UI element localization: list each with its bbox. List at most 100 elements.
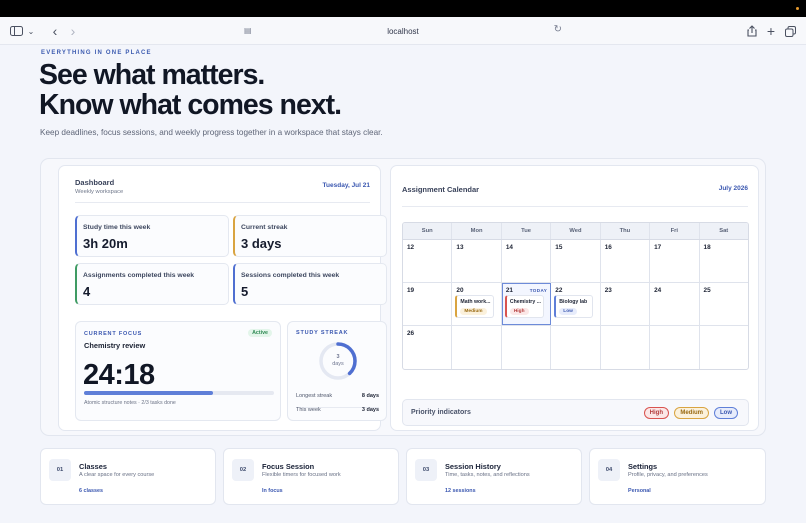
nav-card-number: 03 (415, 459, 437, 481)
streak-ring-unit: days (332, 361, 344, 367)
priority-pill: Medium (460, 308, 487, 315)
nav-card-link[interactable]: 12 sessions (445, 488, 476, 494)
back-arrow-icon[interactable]: ‹ (48, 22, 62, 40)
streak-ring-value: 3 (336, 354, 340, 360)
dashboard-title: Dashboard (75, 178, 115, 187)
longest-streak-row: Longest streak 8 days (296, 393, 379, 399)
status-badge: Active (248, 329, 272, 337)
nav-card-title: Session History (445, 462, 501, 471)
stat-label: Study time this week (83, 224, 151, 231)
hero-headline-line-1: See what matters. (39, 59, 265, 91)
calendar-day-number: 25 (703, 287, 711, 294)
calendar-event[interactable]: Biology lab Low (554, 295, 594, 318)
calendar-day-number: 19 (407, 287, 415, 294)
calendar-empty-cell (601, 326, 651, 369)
stat-value: 5 (241, 284, 249, 299)
nav-card-link[interactable]: In focus (262, 488, 283, 494)
nav-card-settings[interactable]: 04 Settings Profile, privacy, and prefer… (589, 448, 766, 505)
nav-card-link[interactable]: 6 classes (79, 488, 103, 494)
calendar-day-number: 17 (654, 244, 662, 251)
calendar-day-number: 18 (703, 244, 711, 251)
tabs-overview-icon[interactable] (783, 22, 797, 40)
calendar-day-cell[interactable]: 20 Math work... Medium (452, 283, 502, 325)
focus-progress-fill (84, 391, 214, 395)
event-name: Chemistry ... (509, 299, 541, 305)
sidebar-toggle-icon[interactable] (8, 22, 24, 40)
calendar-day-number: 12 (407, 244, 415, 251)
calendar-day-cell[interactable]: 15 (551, 240, 601, 282)
calendar-grid: Sun Mon Tue Wed Thu Fri Sat 12 13 14 15 16 17… (402, 222, 749, 370)
calendar-day-cell[interactable]: 21 TODAY Chemistry ... High (501, 283, 552, 325)
hero-headline-line-2: Know what comes next. (39, 89, 342, 121)
divider (402, 206, 748, 207)
calendar-month[interactable]: July 2026 (719, 185, 748, 192)
reload-icon[interactable]: ↻ (554, 24, 562, 35)
url-text: localhost (387, 26, 419, 36)
address-bar[interactable]: ▤ localhost ↻ (240, 22, 566, 40)
calendar-day-number: 20 (456, 287, 464, 294)
stat-label: Sessions completed this week (241, 272, 340, 279)
calendar-event[interactable]: Math work... Medium (455, 295, 495, 318)
calendar-day-cell[interactable]: 18 (700, 240, 748, 282)
new-tab-icon[interactable]: + (764, 22, 778, 40)
calendar-title: Assignment Calendar (402, 185, 480, 194)
calendar-day-number: 13 (456, 244, 464, 251)
calendar-day-cell[interactable]: 12 (403, 240, 453, 282)
stat-value: 4 (83, 284, 91, 299)
stat-current-streak: Current streak 3 days (233, 215, 387, 257)
page-settings-icon[interactable]: ▤ (244, 26, 252, 36)
stat-value: 3 days (241, 236, 282, 251)
priority-chip-medium: Medium (674, 407, 709, 419)
calendar-day-cell[interactable]: 16 (601, 240, 651, 282)
weekday-sat: Sat (719, 228, 729, 234)
current-focus-card[interactable]: CURRENT FOCUS Active Chemistry review 24… (75, 321, 281, 421)
calendar-day-cell[interactable]: 23 (601, 283, 651, 325)
stat-study-time: Study time this week 3h 20m (75, 215, 229, 257)
nav-card-description: A clear space for every course (79, 472, 155, 478)
nav-card-session-history[interactable]: 03 Session History Time, tasks, notes, a… (406, 448, 582, 505)
study-streak-label: STUDY STREAK (296, 330, 349, 336)
calendar-empty-cell (551, 326, 601, 369)
longest-streak-value: 8 days (361, 393, 379, 399)
stat-value: 3h 20m (83, 236, 128, 251)
nav-card-number: 02 (232, 459, 254, 481)
calendar-day-cell[interactable]: 19 (403, 283, 453, 325)
dashboard-date: Tuesday, Jul 21 (322, 182, 370, 189)
dashboard-card: Dashboard Weekly workspace Tuesday, Jul … (58, 165, 387, 431)
calendar-weekday-header: Sun Mon Tue Wed Thu Fri Sat (403, 223, 748, 240)
nav-card-classes[interactable]: 01 Classes A clear space for every cours… (40, 448, 216, 505)
stat-label: Current streak (241, 224, 288, 231)
calendar-empty-cell (650, 326, 700, 369)
calendar-day-cell[interactable]: 13 (452, 240, 502, 282)
chevron-down-icon[interactable]: ⌄ (26, 22, 36, 40)
calendar-day-cell[interactable]: 24 (650, 283, 700, 325)
nav-card-description: Flexible timers for focused work (262, 472, 341, 478)
calendar-empty-cell (452, 326, 502, 369)
priority-pill: High (509, 308, 529, 315)
dashboard-subtitle: Weekly workspace (75, 189, 124, 195)
nav-card-description: Profile, privacy, and preferences (628, 472, 708, 478)
nav-card-focus-session[interactable]: 02 Focus Session Flexible timers for foc… (223, 448, 399, 505)
weekday-wed: Wed (551, 223, 601, 239)
focus-timer: 24:18 (83, 359, 155, 391)
calendar-empty-cell (502, 326, 552, 369)
stat-assignments-completed: Assignments completed this week 4 (75, 263, 229, 305)
calendar-week-row: 19 20 Math work... Medium 21 TODAY Chemistry .… (403, 283, 748, 326)
calendar-day-number: 15 (555, 244, 563, 251)
calendar-day-cell[interactable]: 17 (650, 240, 700, 282)
calendar-day-cell[interactable]: 22 Biology lab Low (551, 283, 601, 325)
forward-arrow-icon[interactable]: › (66, 22, 80, 40)
this-week-value: 3 days (361, 407, 379, 413)
assignment-calendar-card: Assignment Calendar July 2026 Sun Mon Tu… (390, 165, 759, 431)
calendar-day-cell[interactable]: 25 (700, 283, 748, 325)
focus-progress-bar (84, 391, 274, 395)
calendar-day-cell[interactable]: 26 (403, 326, 453, 369)
share-icon[interactable] (745, 22, 759, 40)
nav-card-title: Settings (628, 462, 658, 471)
calendar-event[interactable]: Chemistry ... High (504, 295, 544, 318)
nav-card-link[interactable]: Personal (628, 488, 651, 494)
priority-indicators: Priority indicators High Medium Low (402, 399, 749, 426)
system-top-bar (0, 0, 806, 17)
calendar-day-cell[interactable]: 14 (502, 240, 552, 282)
calendar-empty-cell (700, 326, 748, 369)
